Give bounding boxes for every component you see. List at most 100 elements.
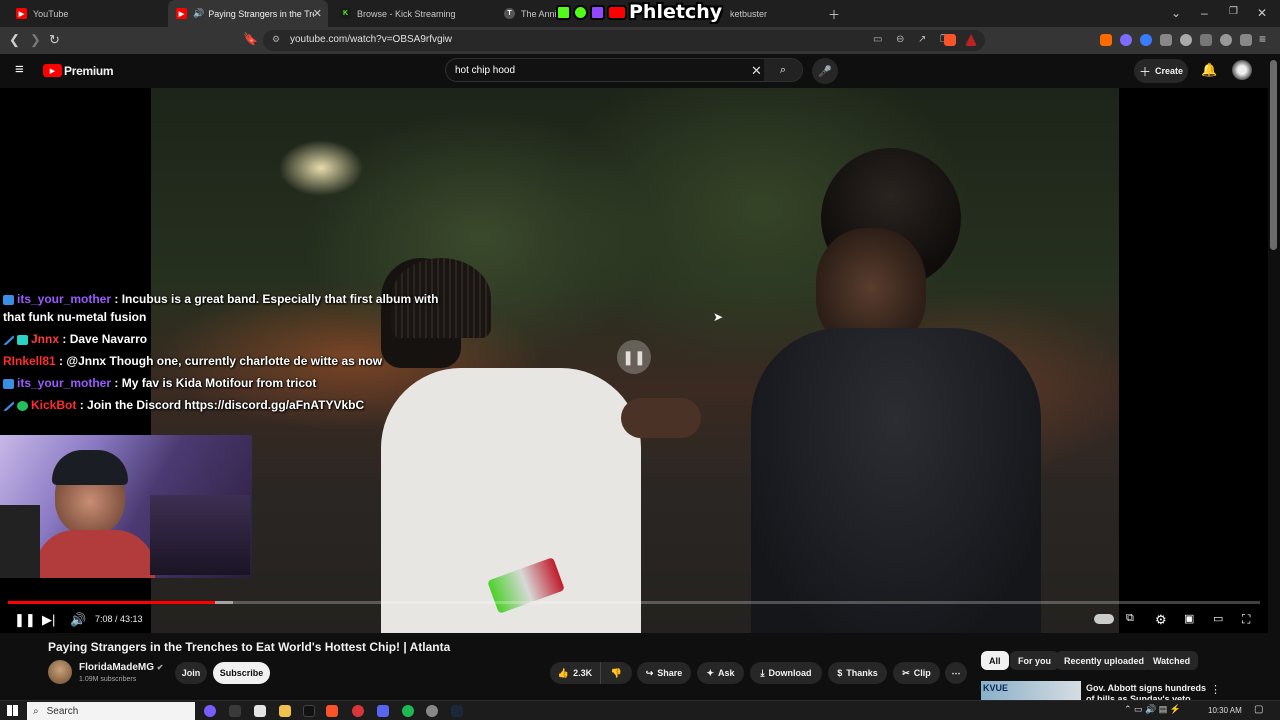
zoom-icon[interactable]: ⊖ [896,34,904,45]
page-scrollbar[interactable] [1270,60,1277,250]
theater-mode-icon[interactable]: ▭ [1213,612,1223,625]
clear-search-icon[interactable]: ✕ [751,63,762,79]
close-window-icon[interactable]: ✕ [1257,6,1267,20]
notification-center-icon[interactable]: ▢ [1254,704,1263,715]
clip-button[interactable]: ✂ Clip [893,662,940,684]
tab-blockbuster[interactable]: ketbuster [722,0,822,27]
chat-username: its_your_mother [17,292,112,306]
tab-youtube[interactable]: ▶ YouTube [8,0,168,27]
file-explorer-icon[interactable] [279,705,291,717]
chat-text: : @Jnnx Though one, currently charlotte … [59,354,383,368]
subtitles-icon[interactable]: ⧉ [1126,612,1134,625]
mouse-cursor-icon: ➤ [713,310,724,324]
spotify-icon[interactable] [402,705,414,717]
close-tab-icon[interactable]: ✕ [313,7,322,20]
chat-text: : Incubus is a great band. Especially th… [114,292,439,306]
discord-icon[interactable] [377,705,389,717]
search-box[interactable]: hot chip hood ✕ ⌕ [445,58,803,82]
recommended-title[interactable]: Gov. Abbott signs hundreds of bills as S… [1086,683,1206,700]
minimize-icon[interactable]: – [1201,6,1208,20]
task-view-icon[interactable] [229,705,241,717]
notifications-bell-icon[interactable]: 🔔 [1201,62,1217,78]
maximize-icon[interactable]: ❐ [1229,6,1238,17]
center-pause-icon[interactable]: ❚❚ [617,340,651,374]
obs-icon[interactable] [352,705,364,717]
windows-start-icon[interactable] [7,705,18,716]
windows-taskbar: ⌕ Search ⌃ ▭ 🔊 ▤ ⚡ 10:30 AM ▢ [0,700,1280,720]
tray-icons[interactable]: ⌃ ▭ 🔊 ▤ ⚡ [1124,704,1181,715]
search-icon[interactable]: ⌕ [764,59,802,81]
grid-badge-icon [17,334,28,345]
download-button[interactable]: ⤓ Download [750,662,822,684]
menu-icon[interactable]: ≡ [1259,32,1266,46]
cast-icon[interactable]: ▭ [873,34,882,45]
pause-icon[interactable]: ❚❚ [14,612,36,628]
speaker-icon: 🔊 [193,8,205,18]
site-info-icon[interactable]: ⚙ [272,34,280,45]
terminal-icon[interactable] [303,705,315,717]
fullscreen-icon[interactable]: ⛶ [1242,612,1250,627]
extension-1-icon[interactable] [1100,34,1112,46]
filter-chip-all[interactable]: All [981,651,1009,670]
tab-kick[interactable]: K Browse - Kick Streaming [332,0,492,27]
forward-icon[interactable]: ❯ [30,32,41,48]
app-circle-icon[interactable] [426,705,438,717]
hamburger-menu-icon[interactable]: ≡ [15,61,24,78]
more-actions-button[interactable]: ⋯ [945,662,967,684]
brave-shields-icon[interactable] [944,34,956,46]
volume-icon[interactable]: 🔊 [70,612,86,628]
ask-label: Ask [718,668,735,678]
rumble-logo-icon [573,4,588,20]
create-button[interactable]: ＋ Create [1134,59,1188,83]
recommended-more-icon[interactable]: ⋮ [1210,683,1221,696]
miniplayer-icon[interactable]: ▣ [1184,612,1194,625]
thanks-button[interactable]: $ Thanks [828,662,887,684]
taskbar-clock[interactable]: 10:30 AM [1208,706,1242,715]
video-player[interactable]: its_your_mother : Incubus is a great ban… [0,88,1268,633]
channel-avatar[interactable] [48,660,72,684]
new-tab-icon[interactable]: ＋ [828,6,840,23]
microphone-icon[interactable]: 🎤 [812,58,838,84]
ask-button[interactable]: ✦ Ask [697,662,744,684]
brave-browser-icon[interactable] [326,705,338,717]
tab-search-icon[interactable]: ⌄ [1171,6,1181,20]
like-button[interactable]: 👍 2.3K [550,662,600,684]
extension-2-icon[interactable] [1120,34,1132,46]
filter-chip-for-you[interactable]: For you [1010,651,1059,670]
chat-username: its_your_mother [17,376,112,390]
address-bar[interactable]: ⚙ youtube.com/watch?v=OBSA9rfvgiw ▭ ⊖ ↗ … [263,30,985,51]
back-icon[interactable]: ❮ [9,32,20,48]
steam-icon[interactable] [451,705,463,717]
next-video-icon[interactable]: ▶| [42,612,55,628]
recommended-thumbnail[interactable]: KVUE [981,681,1081,700]
app-icon[interactable] [254,705,266,717]
copilot-icon[interactable] [204,705,216,717]
bookmark-icon[interactable]: 🔖 [243,32,258,46]
extension-3-icon[interactable] [1140,34,1152,46]
settings-gear-icon[interactable]: ⚙ [1155,612,1167,628]
reload-icon[interactable]: ↻ [49,32,60,48]
share-button[interactable]: ↪ Share [637,662,691,684]
join-button[interactable]: Join [175,662,207,684]
leo-ai-icon[interactable] [1220,34,1232,46]
search-input[interactable]: hot chip hood [455,65,515,76]
media-icon[interactable] [1180,34,1192,46]
sidebar-icon[interactable] [1200,34,1212,46]
youtube-premium-logo[interactable]: Premium [64,64,114,78]
autoplay-toggle[interactable] [1094,614,1114,624]
extensions-puzzle-icon[interactable] [1160,34,1172,46]
dislike-button[interactable]: 👎 [600,662,632,684]
taskbar-search[interactable]: ⌕ Search [27,702,195,720]
chat-username: KickBot [31,398,77,412]
subscribe-button[interactable]: Subscribe [213,662,270,684]
subscriber-count: 1.09M subscribers [79,676,137,683]
share-icon[interactable]: ↗ [918,34,926,45]
filter-chip-watched[interactable]: Watched [1145,651,1199,670]
progress-bar[interactable] [8,601,1260,604]
youtube-logo-icon[interactable]: ▶ [43,64,62,77]
channel-name[interactable]: FloridaMadeMG ✔ [79,662,164,673]
filter-chip-recently-uploaded[interactable]: Recently uploaded [1056,651,1153,670]
avatar[interactable] [1232,60,1252,80]
tab-current-video[interactable]: ▶ 🔊 Paying Strangers in the Trench ✕ [168,0,328,27]
vpn-icon[interactable] [1240,34,1252,46]
